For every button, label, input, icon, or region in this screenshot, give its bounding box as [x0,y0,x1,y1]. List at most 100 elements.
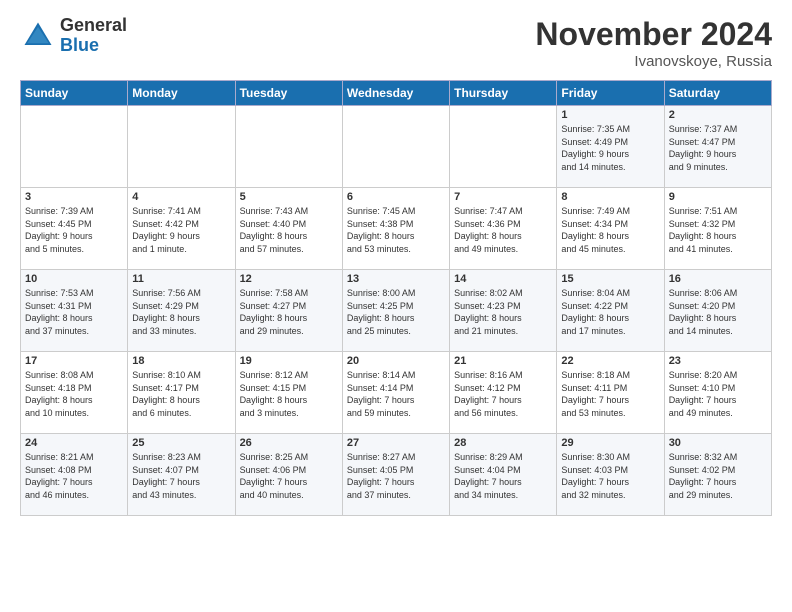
day-cell: 11 Sunrise: 7:56 AM Sunset: 4:29 PM Dayli… [128,270,235,352]
day-number: 4 [132,191,230,203]
day-number: 17 [25,355,123,367]
day-info: Sunrise: 8:27 AM Sunset: 4:05 PM Dayligh… [347,451,445,501]
day-cell: 21Sunrise: 8:16 AM Sunset: 4:12 PM Dayli… [450,352,557,434]
location: Ivanovskoye, Russia [535,53,772,70]
day-info: Sunrise: 8:14 AM Sunset: 4:14 PM Dayligh… [347,369,445,419]
day-info: Sunrise: 8:00 AM Sunset: 4:25 PM Dayligh… [347,287,445,337]
day-info: Sunrise: 7:43 AM Sunset: 4:40 PM Dayligh… [240,205,338,255]
day-info: Sunrise: 8:10 AM Sunset: 4:17 PM Dayligh… [132,369,230,419]
day-info: Sunrise: 7:58 AM Sunset: 4:27 PM Dayligh… [240,287,338,337]
week-row-0: 1 Sunrise: 7:35 AM Sunset: 4:49 PM Daylig… [21,106,772,188]
day-number: 19 [240,355,338,367]
logo-text: General Blue [60,16,127,56]
col-sunday: Sunday [21,81,128,106]
day-cell: 29 Sunrise: 8:30 AM Sunset: 4:03 PM Dayli… [557,434,664,516]
day-cell: 30Sunrise: 8:32 AM Sunset: 4:02 PM Dayli… [664,434,771,516]
day-cell: 10Sunrise: 7:53 AM Sunset: 4:31 PM Dayli… [21,270,128,352]
day-info: Sunrise: 7:39 AM Sunset: 4:45 PM Dayligh… [25,205,123,255]
logo-blue: Blue [60,35,99,55]
day-info: Sunrise: 7:37 AM Sunset: 4:47 PM Dayligh… [669,123,767,173]
day-number: 22 [561,355,659,367]
day-cell: 27 Sunrise: 8:27 AM Sunset: 4:05 PM Dayli… [342,434,449,516]
day-cell: 25 Sunrise: 8:23 AM Sunset: 4:07 PM Dayli… [128,434,235,516]
day-number: 9 [669,191,767,203]
day-number: 16 [669,273,767,285]
day-info: Sunrise: 8:29 AM Sunset: 4:04 PM Dayligh… [454,451,552,501]
day-number: 13 [347,273,445,285]
calendar-table: Sunday Monday Tuesday Wednesday Thursday… [20,80,772,516]
week-row-1: 3 Sunrise: 7:39 AM Sunset: 4:45 PM Daylig… [21,188,772,270]
day-info: Sunrise: 7:41 AM Sunset: 4:42 PM Dayligh… [132,205,230,255]
col-monday: Monday [128,81,235,106]
day-number: 6 [347,191,445,203]
day-cell: 15Sunrise: 8:04 AM Sunset: 4:22 PM Dayli… [557,270,664,352]
day-info: Sunrise: 7:45 AM Sunset: 4:38 PM Dayligh… [347,205,445,255]
day-number: 1 [561,109,659,121]
day-cell [21,106,128,188]
day-cell: 5 Sunrise: 7:43 AM Sunset: 4:40 PM Daylig… [235,188,342,270]
day-info: Sunrise: 7:53 AM Sunset: 4:31 PM Dayligh… [25,287,123,337]
day-number: 20 [347,355,445,367]
day-number: 15 [561,273,659,285]
day-cell: 22 Sunrise: 8:18 AM Sunset: 4:11 PM Dayli… [557,352,664,434]
day-number: 12 [240,273,338,285]
day-number: 2 [669,109,767,121]
week-row-2: 10Sunrise: 7:53 AM Sunset: 4:31 PM Dayli… [21,270,772,352]
day-number: 5 [240,191,338,203]
day-number: 29 [561,437,659,449]
day-info: Sunrise: 8:32 AM Sunset: 4:02 PM Dayligh… [669,451,767,501]
day-number: 26 [240,437,338,449]
logo: General Blue [20,16,127,56]
day-cell [235,106,342,188]
week-row-3: 17Sunrise: 8:08 AM Sunset: 4:18 PM Dayli… [21,352,772,434]
col-wednesday: Wednesday [342,81,449,106]
day-cell: 12 Sunrise: 7:58 AM Sunset: 4:27 PM Dayli… [235,270,342,352]
day-cell: 19 Sunrise: 8:12 AM Sunset: 4:15 PM Dayli… [235,352,342,434]
day-cell: 3 Sunrise: 7:39 AM Sunset: 4:45 PM Daylig… [21,188,128,270]
day-number: 8 [561,191,659,203]
col-saturday: Saturday [664,81,771,106]
day-cell: 8Sunrise: 7:49 AM Sunset: 4:34 PM Daylig… [557,188,664,270]
day-number: 28 [454,437,552,449]
day-cell [342,106,449,188]
day-cell: 13 Sunrise: 8:00 AM Sunset: 4:25 PM Dayli… [342,270,449,352]
day-cell: 18 Sunrise: 8:10 AM Sunset: 4:17 PM Dayli… [128,352,235,434]
day-info: Sunrise: 8:02 AM Sunset: 4:23 PM Dayligh… [454,287,552,337]
col-friday: Friday [557,81,664,106]
day-number: 27 [347,437,445,449]
day-number: 24 [25,437,123,449]
day-info: Sunrise: 8:30 AM Sunset: 4:03 PM Dayligh… [561,451,659,501]
day-cell: 9 Sunrise: 7:51 AM Sunset: 4:32 PM Daylig… [664,188,771,270]
day-number: 11 [132,273,230,285]
day-info: Sunrise: 8:06 AM Sunset: 4:20 PM Dayligh… [669,287,767,337]
col-thursday: Thursday [450,81,557,106]
day-cell: 14Sunrise: 8:02 AM Sunset: 4:23 PM Dayli… [450,270,557,352]
day-cell: 17Sunrise: 8:08 AM Sunset: 4:18 PM Dayli… [21,352,128,434]
day-number: 23 [669,355,767,367]
day-info: Sunrise: 8:21 AM Sunset: 4:08 PM Dayligh… [25,451,123,501]
day-cell: 28 Sunrise: 8:29 AM Sunset: 4:04 PM Dayli… [450,434,557,516]
day-cell: 20 Sunrise: 8:14 AM Sunset: 4:14 PM Dayli… [342,352,449,434]
day-number: 18 [132,355,230,367]
day-cell: 1 Sunrise: 7:35 AM Sunset: 4:49 PM Daylig… [557,106,664,188]
day-info: Sunrise: 7:35 AM Sunset: 4:49 PM Dayligh… [561,123,659,173]
title-block: November 2024 Ivanovskoye, Russia [535,16,772,70]
page: General Blue November 2024 Ivanovskoye, … [0,0,792,526]
day-number: 3 [25,191,123,203]
day-info: Sunrise: 8:25 AM Sunset: 4:06 PM Dayligh… [240,451,338,501]
day-number: 25 [132,437,230,449]
day-info: Sunrise: 8:23 AM Sunset: 4:07 PM Dayligh… [132,451,230,501]
day-info: Sunrise: 8:12 AM Sunset: 4:15 PM Dayligh… [240,369,338,419]
day-cell: 6 Sunrise: 7:45 AM Sunset: 4:38 PM Daylig… [342,188,449,270]
day-info: Sunrise: 8:16 AM Sunset: 4:12 PM Dayligh… [454,369,552,419]
day-cell [450,106,557,188]
day-cell: 2 Sunrise: 7:37 AM Sunset: 4:47 PM Daylig… [664,106,771,188]
header-row: Sunday Monday Tuesday Wednesday Thursday… [21,81,772,106]
day-info: Sunrise: 8:18 AM Sunset: 4:11 PM Dayligh… [561,369,659,419]
header: General Blue November 2024 Ivanovskoye, … [20,16,772,70]
day-info: Sunrise: 7:51 AM Sunset: 4:32 PM Dayligh… [669,205,767,255]
day-cell: 26 Sunrise: 8:25 AM Sunset: 4:06 PM Dayli… [235,434,342,516]
day-info: Sunrise: 7:56 AM Sunset: 4:29 PM Dayligh… [132,287,230,337]
day-cell: 23Sunrise: 8:20 AM Sunset: 4:10 PM Dayli… [664,352,771,434]
day-number: 7 [454,191,552,203]
